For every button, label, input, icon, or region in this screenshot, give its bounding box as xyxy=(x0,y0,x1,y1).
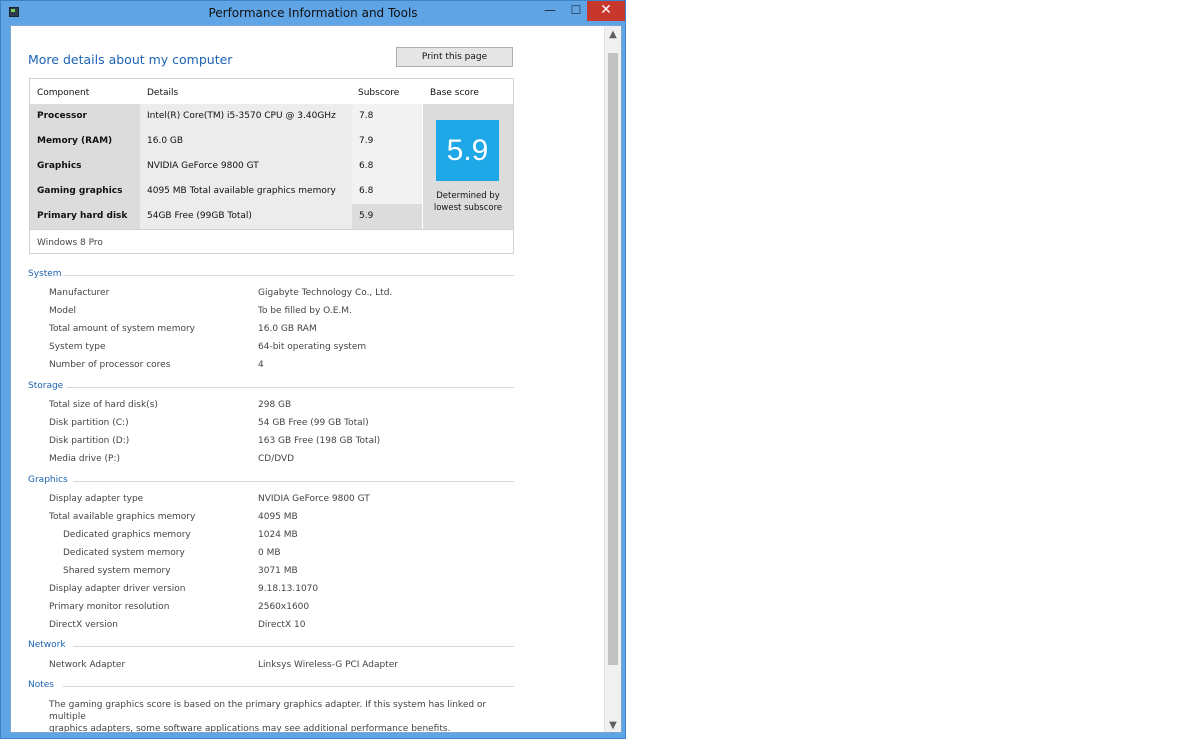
component-subscore: 7.9 xyxy=(352,129,422,154)
component-details: NVIDIA GeForce 9800 GT xyxy=(140,154,352,179)
info-value: 0 MB xyxy=(258,548,281,558)
component-details: 54GB Free (99GB Total) xyxy=(140,204,352,229)
section-system-title: System xyxy=(28,269,62,279)
notes-line: graphics adapters, some software applica… xyxy=(49,724,451,733)
info-value: 163 GB Free (198 GB Total) xyxy=(258,436,381,446)
print-button[interactable]: Print this page xyxy=(396,47,513,67)
vertical-scrollbar[interactable]: ▲ ▼ xyxy=(604,26,621,732)
info-label: Total available graphics memory xyxy=(49,512,196,522)
info-value: NVIDIA GeForce 9800 GT xyxy=(258,494,370,504)
info-value: To be filled by O.E.M. xyxy=(258,306,352,316)
info-label: Dedicated graphics memory xyxy=(63,530,191,540)
header-subscore: Subscore xyxy=(358,88,400,98)
base-score-note: Determined by lowest subscore xyxy=(423,190,513,214)
section-network-title: Network xyxy=(28,640,66,650)
performance-window: Performance Information and Tools — ☐ ✕ … xyxy=(0,0,626,739)
info-label: Manufacturer xyxy=(49,288,110,298)
info-label: Disk partition (D:) xyxy=(49,436,130,446)
scroll-up-icon[interactable]: ▲ xyxy=(605,26,621,43)
component-details: 16.0 GB xyxy=(140,129,352,154)
info-value: 298 GB xyxy=(258,400,292,410)
info-label: Media drive (P:) xyxy=(49,454,121,464)
component-subscore: 5.9 xyxy=(352,204,422,229)
component-label: Graphics xyxy=(30,154,140,179)
component-details: Intel(R) Core(TM) i5-3570 CPU @ 3.40GHz xyxy=(140,104,352,129)
info-value: 64-bit operating system xyxy=(258,342,367,352)
component-label: Memory (RAM) xyxy=(30,129,140,154)
page-title: More details about my computer xyxy=(28,52,233,67)
score-table: Component Details Subscore Base score Pr… xyxy=(29,78,514,254)
info-value: 4 xyxy=(258,360,264,370)
score-row-processor: Processor Intel(R) Core(TM) i5-3570 CPU … xyxy=(30,104,422,129)
header-base-score: Base score xyxy=(430,88,479,98)
info-value: Linksys Wireless-G PCI Adapter xyxy=(258,660,398,670)
section-graphics-title: Graphics xyxy=(28,475,68,485)
header-details: Details xyxy=(147,88,179,98)
section-storage-title: Storage xyxy=(28,381,64,391)
info-label: Network Adapter xyxy=(49,660,126,670)
info-label: Number of processor cores xyxy=(49,360,171,370)
window-title: Performance Information and Tools xyxy=(208,6,418,20)
base-score-tile: 5.9 xyxy=(436,120,499,181)
info-value: 54 GB Free (99 GB Total) xyxy=(258,418,369,428)
section-notes-title: Notes xyxy=(28,680,54,690)
scroll-down-icon[interactable]: ▼ xyxy=(605,717,621,732)
base-note-line: lowest subscore xyxy=(433,203,503,213)
base-note-line: Determined by xyxy=(436,191,500,201)
info-label: System type xyxy=(49,342,106,352)
component-details: 4095 MB Total available graphics memory xyxy=(140,179,352,204)
header-component: Component xyxy=(37,88,90,98)
score-row-graphics: Graphics NVIDIA GeForce 9800 GT 6.8 xyxy=(30,154,422,179)
os-row: Windows 8 Pro xyxy=(30,229,513,253)
info-value: Gigabyte Technology Co., Ltd. xyxy=(258,288,393,298)
component-subscore: 6.8 xyxy=(352,179,422,204)
content-pane: More details about my computer Print thi… xyxy=(11,26,605,733)
info-value: DirectX 10 xyxy=(258,620,306,630)
info-value: 3071 MB xyxy=(258,566,298,576)
info-label: Primary monitor resolution xyxy=(49,602,170,612)
section-divider xyxy=(63,275,514,276)
info-value: CD/DVD xyxy=(258,454,295,464)
client-area: More details about my computer Print thi… xyxy=(10,25,622,733)
info-label: DirectX version xyxy=(49,620,118,630)
notes-line: The gaming graphics score is based on th… xyxy=(49,700,487,722)
info-label: Display adapter type xyxy=(49,494,144,504)
info-label: Total size of hard disk(s) xyxy=(49,400,158,410)
base-score-panel: 5.9 Determined by lowest subscore xyxy=(423,104,513,229)
info-label: Model xyxy=(49,306,77,316)
component-label: Primary hard disk xyxy=(30,204,140,229)
info-label: Disk partition (C:) xyxy=(49,418,129,428)
minimize-button[interactable]: — xyxy=(537,1,563,21)
scroll-thumb[interactable] xyxy=(608,53,618,665)
title-bar[interactable]: Performance Information and Tools — ☐ ✕ xyxy=(1,1,625,25)
info-value: 9.18.13.1070 xyxy=(258,584,319,594)
component-label: Gaming graphics xyxy=(30,179,140,204)
info-value: 2560x1600 xyxy=(258,602,310,612)
info-value: 4095 MB xyxy=(258,512,298,522)
os-name: Windows 8 Pro xyxy=(37,238,103,248)
info-label: Display adapter driver version xyxy=(49,584,186,594)
info-label: Dedicated system memory xyxy=(63,548,185,558)
section-divider xyxy=(73,646,514,647)
component-subscore: 7.8 xyxy=(352,104,422,129)
close-button[interactable]: ✕ xyxy=(587,1,625,21)
section-divider xyxy=(63,686,514,687)
score-row-memory: Memory (RAM) 16.0 GB 7.9 xyxy=(30,129,422,154)
info-value: 16.0 GB RAM xyxy=(258,324,317,334)
info-label: Shared system memory xyxy=(63,566,171,576)
info-value: 1024 MB xyxy=(258,530,298,540)
notes-text: The gaming graphics score is based on th… xyxy=(49,699,499,733)
section-divider xyxy=(73,481,514,482)
component-subscore: 6.8 xyxy=(352,154,422,179)
info-label: Total amount of system memory xyxy=(49,324,196,334)
score-row-gaming-graphics: Gaming graphics 4095 MB Total available … xyxy=(30,179,422,204)
section-divider xyxy=(67,387,514,388)
component-label: Processor xyxy=(30,104,140,129)
score-row-hard-disk: Primary hard disk 54GB Free (99GB Total)… xyxy=(30,204,422,229)
maximize-button[interactable]: ☐ xyxy=(563,1,589,21)
